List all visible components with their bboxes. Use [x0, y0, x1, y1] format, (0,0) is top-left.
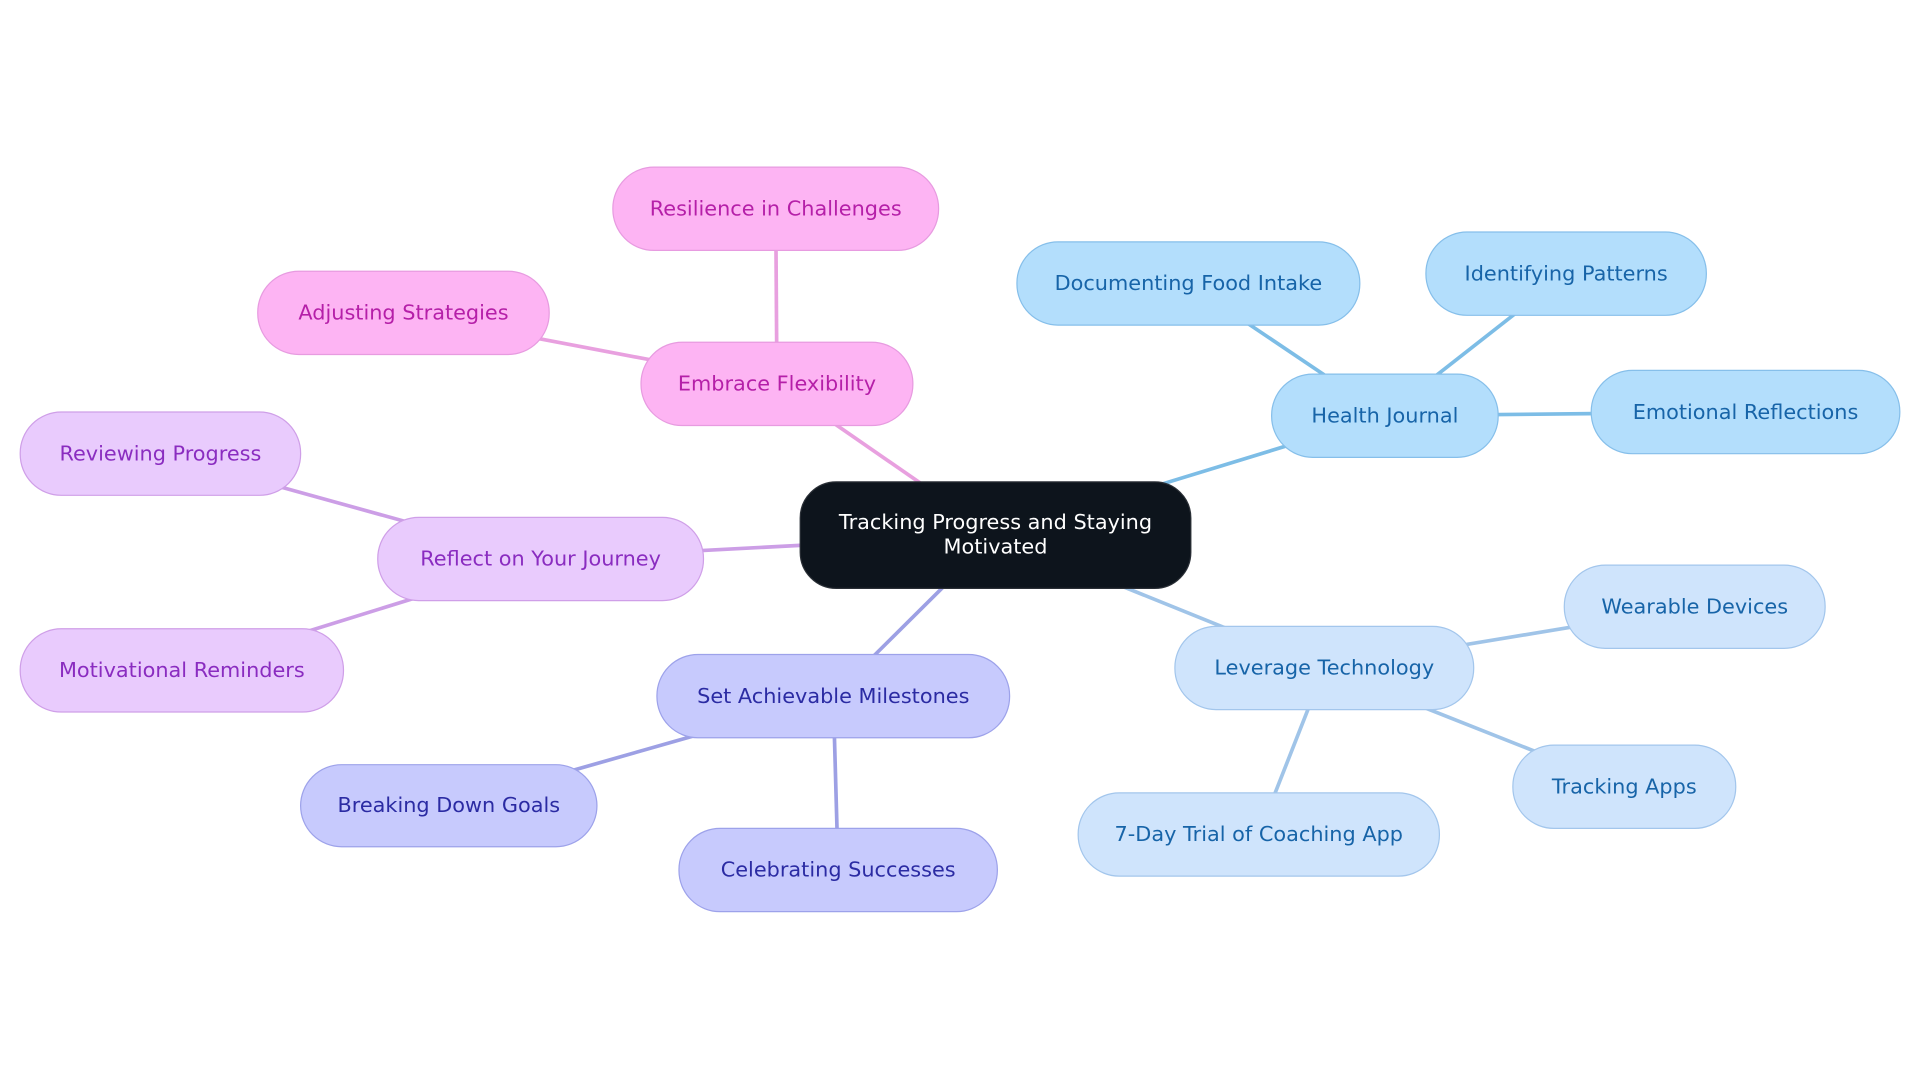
- leaf-node-documenting-food-intake[interactable]: Documenting Food Intake: [1016, 241, 1361, 326]
- leaf-node-identifying-patterns[interactable]: Identifying Patterns: [1425, 231, 1707, 316]
- leaf-node-adjusting-strategies[interactable]: Adjusting Strategies: [257, 270, 550, 356]
- branch-node-set-achievable-milestones[interactable]: Set Achievable Milestones: [656, 653, 1011, 739]
- leaf-node-motivational-reminders[interactable]: Motivational Reminders: [19, 628, 345, 713]
- leaf-node-emotional-reflections[interactable]: Emotional Reflections: [1590, 369, 1901, 455]
- branch-node-reflect-on-your-journey[interactable]: Reflect on Your Journey: [377, 516, 705, 602]
- leaf-node-breaking-down-goals[interactable]: Breaking Down Goals: [300, 764, 598, 848]
- root-node[interactable]: Tracking Progress and Staying Motivated: [799, 481, 1192, 589]
- leaf-node-celebrating-successes[interactable]: Celebrating Successes: [678, 827, 998, 913]
- leaf-node-resilience-in-challenges[interactable]: Resilience in Challenges: [612, 166, 940, 252]
- leaf-node-reviewing-progress[interactable]: Reviewing Progress: [19, 411, 302, 496]
- leaf-node-7-day-trial-of-coaching-app[interactable]: 7-Day Trial of Coaching App: [1077, 792, 1441, 877]
- mind-map-canvas: Tracking Progress and Staying Motivated …: [0, 0, 1920, 1084]
- branch-node-health-journal[interactable]: Health Journal: [1271, 373, 1499, 458]
- leaf-node-tracking-apps[interactable]: Tracking Apps: [1512, 744, 1737, 829]
- leaf-node-wearable-devices[interactable]: Wearable Devices: [1563, 564, 1826, 649]
- branch-node-leverage-technology[interactable]: Leverage Technology: [1174, 625, 1475, 711]
- branch-node-embrace-flexibility[interactable]: Embrace Flexibility: [640, 341, 914, 427]
